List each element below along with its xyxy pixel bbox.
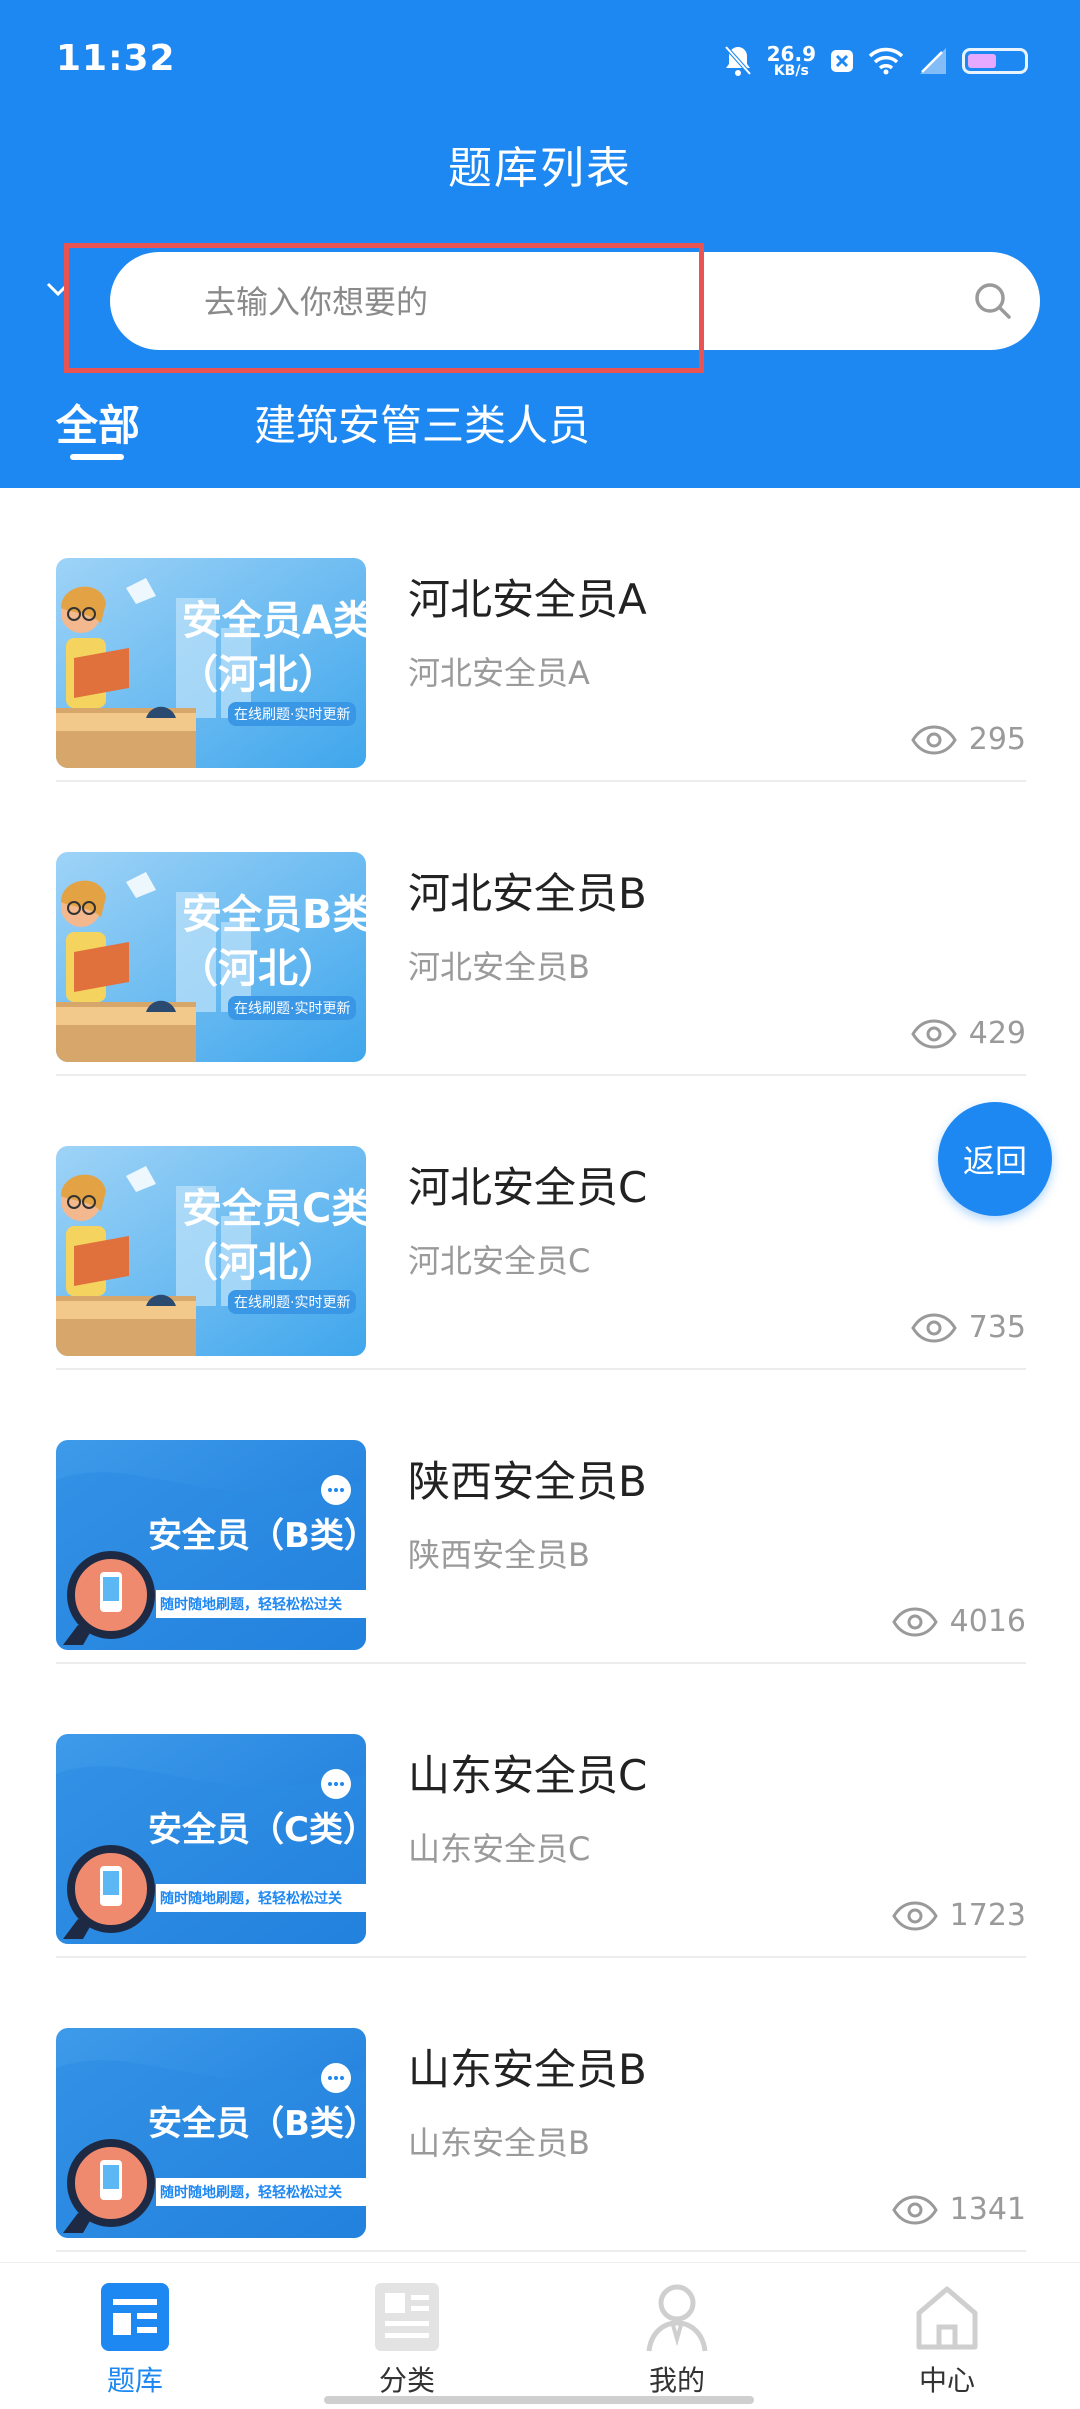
view-count: 429	[910, 1016, 1026, 1051]
status-icons: 26.9 KB/s	[723, 36, 1028, 86]
view-count: 735	[910, 1310, 1026, 1345]
item-thumbnail: 安全员（B类） 随时随地刷题，轻轻松松过关	[56, 1440, 366, 1650]
thumb-banner-text: 安全员（B类）	[148, 1516, 366, 1556]
question-bank-icon	[101, 2283, 169, 2351]
item-subtitle: 河北安全员B	[408, 948, 590, 986]
view-count: 1723	[891, 1898, 1026, 1933]
list-item[interactable]: 安全员（C类） 随时随地刷题，轻轻松松过关 山东安全员C 山东安全员C 1723	[56, 1664, 1026, 1958]
item-thumbnail: 安全员A类 （河北） 在线刷题·实时更新	[56, 558, 366, 768]
item-title: 陕西安全员B	[408, 1457, 647, 1506]
tab-construction-safety[interactable]: 建筑安管三类人员	[254, 392, 590, 453]
view-count: 1341	[891, 2192, 1026, 2227]
thumb-tag: 在线刷题·实时更新	[228, 702, 357, 726]
category-icon	[375, 2283, 439, 2351]
thumb-tag: 随时随地刷题，轻轻松松过关	[160, 1891, 342, 1907]
item-title: 河北安全员B	[408, 869, 647, 918]
back-button[interactable]: 返回	[938, 1102, 1052, 1216]
mute-icon	[724, 45, 752, 76]
thumb-banner-text: 安全员C类	[182, 1186, 366, 1232]
nav-label: 题库	[106, 2364, 163, 2397]
nav-item-center[interactable]: 中心	[867, 2281, 1027, 2399]
item-thumbnail: 安全员（B类） 随时随地刷题，轻轻松松过关	[56, 2028, 366, 2238]
eye-icon	[891, 1900, 938, 1931]
profile-icon	[646, 2284, 708, 2352]
item-subtitle: 河北安全员C	[408, 1242, 591, 1280]
list-item[interactable]: 安全员A类 （河北） 在线刷题·实时更新 河北安全员A 河北安全员A 295	[56, 488, 1026, 782]
nav-label: 分类	[378, 2364, 435, 2397]
net-speed-unit: KB/s	[773, 63, 809, 79]
status-bar: 11:32 26.9 KB/s	[0, 0, 1080, 120]
eye-icon	[891, 2194, 938, 2225]
list-item[interactable]: 安全员（B类） 随时随地刷题，轻轻松松过关 陕西安全员B 陕西安全员B 4016	[56, 1370, 1026, 1664]
home-icon	[916, 2286, 978, 2350]
eye-icon	[910, 724, 957, 755]
item-subtitle: 陕西安全员B	[408, 1536, 590, 1574]
battery-icon	[962, 48, 1028, 74]
list-item[interactable]: 安全员（B类） 随时随地刷题，轻轻松松过关 山东安全员B 山东安全员B 1341	[56, 1958, 1026, 2252]
search-input[interactable]	[202, 252, 946, 352]
thumb-region-text: （河北）	[178, 652, 338, 698]
item-thumbnail: 安全员B类 （河北） 在线刷题·实时更新	[56, 852, 366, 1062]
list-item[interactable]: 安全员B类 （河北） 在线刷题·实时更新 河北安全员B 河北安全员B 429	[56, 782, 1026, 1076]
thumb-tag: 在线刷题·实时更新	[228, 1290, 357, 1314]
list-item[interactable]: 安全员C类 （河北） 在线刷题·实时更新 河北安全员C 河北安全员C 735	[56, 1076, 1026, 1370]
eye-icon	[910, 1018, 957, 1049]
item-thumbnail: 安全员C类 （河北） 在线刷题·实时更新	[56, 1146, 366, 1356]
eye-icon	[910, 1312, 957, 1343]
item-title: 河北安全员C	[408, 1163, 648, 1212]
signal-off-icon	[920, 48, 946, 74]
home-indicator	[324, 2396, 754, 2404]
nav-label: 中心	[918, 2364, 975, 2397]
search-icon[interactable]	[970, 278, 1016, 324]
nav-item-profile[interactable]: 我的	[597, 2281, 757, 2399]
view-count-value: 4016	[949, 1604, 1026, 1639]
thumb-region-text: （河北）	[178, 946, 338, 992]
item-title: 山东安全员C	[408, 1751, 648, 1800]
bottom-nav: 题库 分类 我的 中心	[0, 2262, 1080, 2409]
app-header: 11:32 26.9 KB/s 题库列表 去输入你想要的 全部 建筑安管三类人员	[0, 0, 1080, 488]
view-count-value: 735	[968, 1310, 1026, 1345]
view-count: 295	[910, 722, 1026, 757]
net-speed-value: 26.9	[766, 42, 816, 66]
nav-item-question-bank[interactable]: 题库	[55, 2281, 215, 2399]
thumb-tag: 随时随地刷题，轻轻松松过关	[160, 2185, 342, 2201]
nav-item-category[interactable]: 分类	[327, 2281, 487, 2399]
thumb-tag: 随时随地刷题，轻轻松松过关	[160, 1597, 342, 1613]
item-title: 山东安全员B	[408, 2045, 647, 2094]
category-tabs: 全部 建筑安管三类人员	[0, 392, 1080, 472]
close-badge-icon	[831, 50, 853, 72]
thumb-banner-text: 安全员（C类）	[148, 1810, 366, 1850]
thumb-banner-text: 安全员（B类）	[148, 2104, 366, 2144]
page-title: 题库列表	[448, 143, 632, 194]
status-time: 11:32	[56, 38, 176, 79]
thumb-region-text: （河北）	[178, 1240, 338, 1286]
item-title: 河北安全员A	[408, 575, 647, 624]
net-speed: 26.9 KB/s	[767, 44, 816, 78]
item-subtitle: 山东安全员B	[408, 2124, 590, 2162]
thumb-banner-text: 安全员A类	[182, 598, 366, 644]
eye-icon	[891, 1606, 938, 1637]
item-subtitle: 河北安全员A	[408, 654, 590, 692]
item-subtitle: 山东安全员C	[408, 1830, 591, 1868]
chevron-down-icon[interactable]	[44, 276, 72, 304]
tab-active-indicator	[70, 454, 124, 460]
view-count-value: 295	[968, 722, 1026, 757]
view-count: 4016	[891, 1604, 1026, 1639]
view-count-value: 429	[968, 1016, 1026, 1051]
wifi-icon	[868, 47, 904, 75]
search-bar[interactable]	[110, 252, 1040, 352]
view-count-value: 1341	[949, 2192, 1026, 2227]
item-thumbnail: 安全员（C类） 随时随地刷题，轻轻松松过关	[56, 1734, 366, 1944]
thumb-banner-text: 安全员B类	[182, 892, 366, 938]
tab-all[interactable]: 全部	[56, 392, 140, 453]
view-count-value: 1723	[949, 1898, 1026, 1933]
nav-label: 我的	[648, 2364, 705, 2397]
thumb-tag: 在线刷题·实时更新	[228, 996, 357, 1020]
